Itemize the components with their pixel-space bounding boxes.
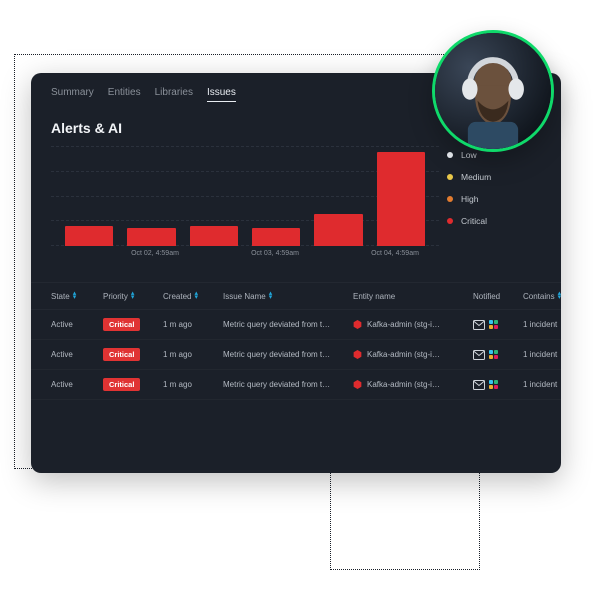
x-tick-label: Oct 04, 4:59am	[365, 250, 425, 257]
col-notified: Notified	[473, 292, 519, 301]
chart-legend: Low Medium High Critical	[439, 146, 539, 268]
hexagon-icon	[353, 350, 362, 359]
sort-icon: ▴▾	[269, 292, 273, 300]
cell-issue: Metric query deviated from t…	[223, 320, 349, 329]
slack-icon[interactable]	[489, 380, 498, 389]
cell-notified	[473, 380, 519, 390]
table-body: Active Critical 1 m ago Metric query deviat…	[31, 310, 561, 400]
cell-priority: Critical	[103, 320, 159, 329]
tab-summary[interactable]: Summary	[51, 87, 94, 102]
cell-priority: Critical	[103, 380, 159, 389]
table-header: State▴▾ Priority▴▾ Created▴▾ Issue Name▴…	[31, 282, 561, 310]
sort-icon: ▴▾	[194, 292, 198, 300]
legend-label: High	[461, 194, 478, 204]
cell-state: Active	[51, 320, 99, 329]
legend-dot-critical	[447, 218, 453, 224]
cell-priority: Critical	[103, 350, 159, 359]
mail-icon[interactable]	[473, 320, 485, 330]
mail-icon[interactable]	[473, 380, 485, 390]
cell-notified	[473, 350, 519, 360]
cell-issue: Metric query deviated from t…	[223, 350, 349, 359]
avatar	[432, 30, 554, 152]
sort-icon: ▴▾	[73, 292, 77, 300]
cell-created: 1 m ago	[163, 380, 219, 389]
cell-state: Active	[51, 380, 99, 389]
priority-pill: Critical	[103, 348, 140, 361]
legend-dot-medium	[447, 174, 453, 180]
chart-bar	[65, 226, 113, 246]
legend-high: High	[447, 194, 539, 204]
cell-contains: 1 incident	[523, 380, 561, 389]
sort-icon: ▴▾	[558, 292, 561, 300]
cell-created: 1 m ago	[163, 320, 219, 329]
cell-contains: 1 incident	[523, 350, 561, 359]
legend-label: Critical	[461, 216, 487, 226]
col-entity: Entity name	[353, 292, 469, 301]
tab-issues[interactable]: Issues	[207, 87, 236, 102]
cell-issue: Metric query deviated from t…	[223, 380, 349, 389]
chart-bar	[252, 228, 300, 246]
legend-critical: Critical	[447, 216, 539, 226]
tab-libraries[interactable]: Libraries	[155, 87, 193, 102]
priority-pill: Critical	[103, 378, 140, 391]
hexagon-icon	[353, 380, 362, 389]
cell-state: Active	[51, 350, 99, 359]
legend-label: Medium	[461, 172, 491, 182]
alerts-chart: Oct 02, 4:59am Oct 03, 4:59am Oct 04, 4:59…	[31, 142, 561, 268]
chart-x-labels: Oct 02, 4:59am Oct 03, 4:59am Oct 04, 4:59…	[65, 250, 425, 257]
tab-entities[interactable]: Entities	[108, 87, 141, 102]
legend-medium: Medium	[447, 172, 539, 182]
cell-notified	[473, 320, 519, 330]
legend-dot-low	[447, 152, 453, 158]
col-created[interactable]: Created▴▾	[163, 292, 219, 301]
cell-contains: 1 incident	[523, 320, 561, 329]
chart-bar	[190, 226, 238, 246]
hexagon-icon	[353, 320, 362, 329]
col-priority[interactable]: Priority▴▾	[103, 292, 159, 301]
col-contains[interactable]: Contains▴▾	[523, 292, 561, 301]
mail-icon[interactable]	[473, 350, 485, 360]
table-row[interactable]: Active Critical 1 m ago Metric query deviat…	[31, 340, 561, 370]
sort-icon: ▴▾	[131, 292, 135, 300]
x-tick-label: Oct 03, 4:59am	[245, 250, 305, 257]
chart-bar	[377, 152, 425, 246]
chart-bar	[127, 228, 175, 246]
slack-icon[interactable]	[489, 320, 498, 329]
slack-icon[interactable]	[489, 350, 498, 359]
legend-label: Low	[461, 150, 477, 160]
chart-bar	[314, 214, 362, 246]
col-issue[interactable]: Issue Name▴▾	[223, 292, 349, 301]
priority-pill: Critical	[103, 318, 140, 331]
legend-dot-high	[447, 196, 453, 202]
table-row[interactable]: Active Critical 1 m ago Metric query deviat…	[31, 370, 561, 400]
col-state[interactable]: State▴▾	[51, 292, 99, 301]
cell-entity: Kafka-admin (stg-i…	[353, 320, 469, 329]
table-row[interactable]: Active Critical 1 m ago Metric query deviat…	[31, 310, 561, 340]
chart-bars	[65, 146, 425, 246]
cell-entity: Kafka-admin (stg-i…	[353, 380, 469, 389]
cell-entity: Kafka-admin (stg-i…	[353, 350, 469, 359]
x-tick-label: Oct 02, 4:59am	[125, 250, 185, 257]
cell-created: 1 m ago	[163, 350, 219, 359]
